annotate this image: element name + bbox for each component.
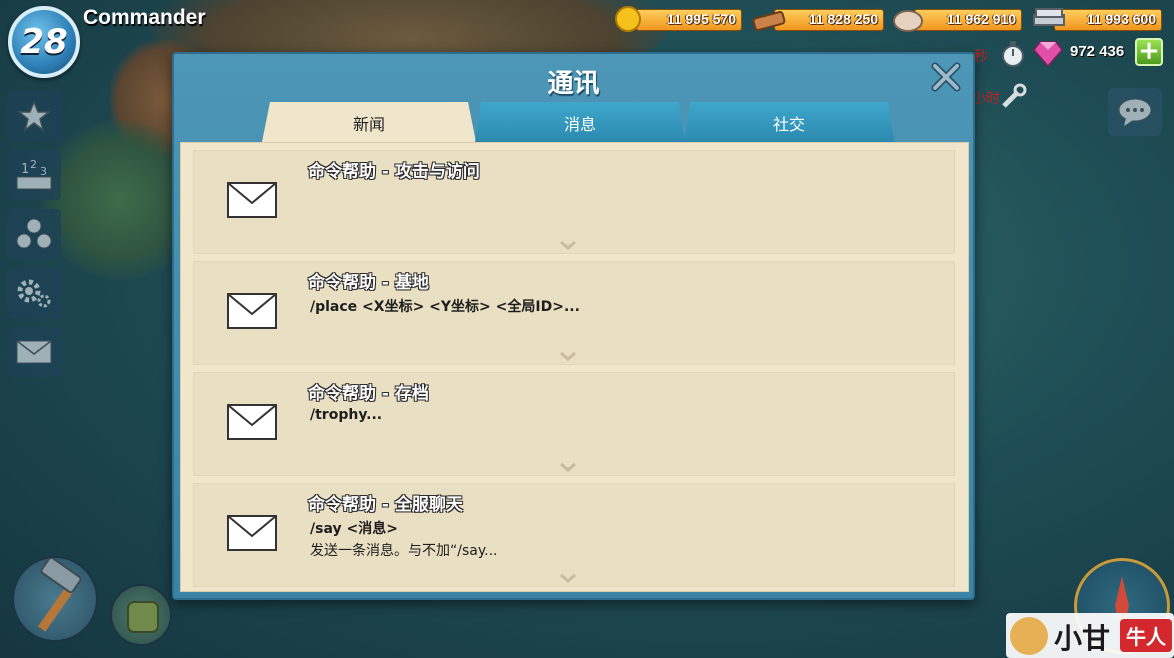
settings-button[interactable] — [7, 268, 61, 318]
wood-resource[interactable]: 11 828 250 — [752, 9, 884, 32]
watermark-text: 小甘 — [1054, 622, 1111, 655]
player-level-badge[interactable]: 28 — [8, 6, 80, 78]
wood-amount: 11 828 250 — [808, 11, 878, 27]
news-item-line: /say <消息> — [310, 521, 398, 537]
stars-button[interactable] — [7, 91, 61, 141]
news-item-line: 发送一条消息。与不加“/say... — [310, 543, 498, 559]
build-hammer-button[interactable] — [12, 556, 98, 642]
gem-icon — [1033, 41, 1063, 68]
news-item-line: /trophy... — [310, 407, 383, 423]
chevron-down-icon[interactable] — [558, 461, 578, 473]
leaderboard-button[interactable]: 123 — [7, 150, 61, 200]
add-gems-button[interactable]: + — [1135, 38, 1163, 66]
watermark-logo: 小甘 牛人 — [1006, 613, 1174, 658]
news-item[interactable]: 命令帮助 - 攻击与访问 — [193, 150, 955, 254]
svg-text:3: 3 — [40, 165, 47, 178]
stone-resource[interactable]: 11 962 910 — [892, 9, 1022, 32]
tab-social[interactable]: 社交 — [684, 102, 894, 142]
stone-amount: 11 962 910 — [946, 11, 1016, 27]
backpack-button[interactable] — [110, 584, 172, 646]
stone-icon — [893, 10, 923, 32]
gold-resource[interactable]: 11 995 570 — [614, 6, 742, 32]
chat-bubble-icon — [1118, 98, 1152, 126]
dialog-title: 通讯 — [547, 69, 600, 99]
taskforce-button[interactable] — [7, 209, 61, 259]
hammer-icon — [37, 556, 82, 632]
gold-coin-icon — [615, 6, 641, 32]
wood-icon — [752, 10, 786, 32]
stopwatch-icon — [1002, 41, 1024, 67]
news-item-title: 命令帮助 - 基地 — [308, 273, 429, 293]
tab-messages[interactable]: 消息 — [475, 102, 685, 142]
envelope-icon — [227, 293, 277, 329]
mail-icon — [16, 340, 52, 364]
news-item[interactable]: 命令帮助 - 基地 /place <X坐标> <Y坐标> <全局ID>... — [193, 261, 955, 365]
timer-text: 秒 — [974, 49, 988, 65]
backpack-icon — [127, 601, 159, 633]
podium-icon: 1 23 — [16, 158, 52, 190]
chevron-down-icon[interactable] — [558, 239, 578, 251]
cat-icon — [1010, 617, 1048, 655]
gold-amount: 11 995 570 — [666, 11, 736, 27]
tab-news[interactable]: 新闻 — [262, 102, 476, 142]
svg-text:2: 2 — [30, 158, 37, 171]
news-item[interactable]: 命令帮助 - 存档 /trophy... — [193, 372, 955, 476]
iron-amount: 11 993 600 — [1086, 11, 1156, 27]
envelope-icon — [227, 182, 277, 218]
chat-button[interactable] — [1108, 88, 1162, 136]
player-name: Commander — [83, 6, 206, 29]
news-item-line: /place <X坐标> <Y坐标> <全局ID>... — [310, 299, 580, 315]
svg-text:1: 1 — [21, 162, 29, 177]
chevron-down-icon[interactable] — [558, 572, 578, 584]
group-icon — [16, 218, 52, 249]
watermark-badge: 牛人 — [1120, 619, 1172, 652]
player-level: 28 — [20, 22, 68, 62]
timer-text-hours: 小时 — [972, 91, 1000, 107]
news-item-title: 命令帮助 - 全服聊天 — [308, 495, 463, 515]
gem-amount: 972 436 — [1070, 43, 1125, 60]
mail-button[interactable] — [7, 327, 61, 377]
gear-icon — [17, 279, 51, 308]
wrench-icon — [1002, 83, 1027, 108]
close-icon — [931, 62, 961, 92]
news-item-title: 命令帮助 - 攻击与访问 — [308, 162, 480, 182]
iron-resource[interactable]: 11 993 600 — [1032, 8, 1162, 31]
envelope-icon — [227, 515, 277, 551]
envelope-icon — [227, 404, 277, 440]
close-button[interactable] — [929, 60, 963, 94]
stars-icon — [16, 99, 52, 132]
iron-icon — [1033, 8, 1065, 26]
news-item[interactable]: 命令帮助 - 全服聊天 /say <消息> 发送一条消息。与不加“/say... — [193, 483, 955, 587]
news-item-title: 命令帮助 - 存档 — [308, 384, 429, 404]
communications-dialog: 通讯 新闻 消息 社交 命令帮助 - 攻击与访问 命令帮助 - 基地 /plac… — [172, 52, 975, 600]
news-panel: 命令帮助 - 攻击与访问 命令帮助 - 基地 /place <X坐标> <Y坐标… — [180, 142, 969, 592]
chevron-down-icon[interactable] — [558, 350, 578, 362]
